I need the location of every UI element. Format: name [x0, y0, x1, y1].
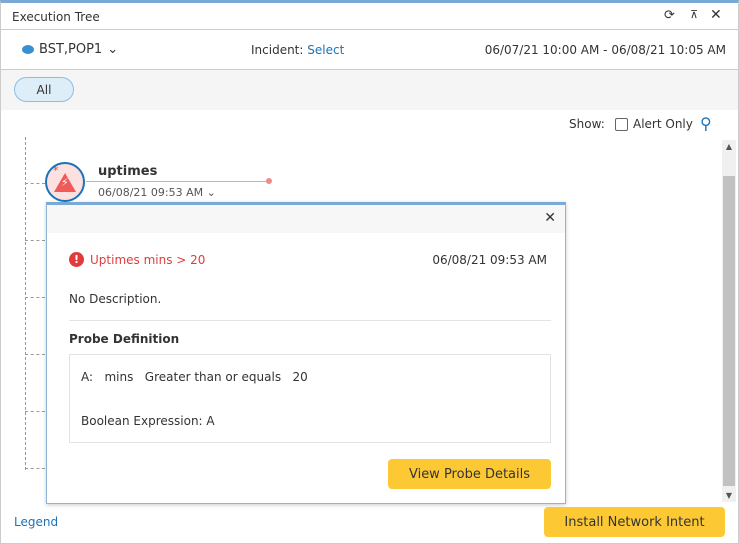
alert-time: 06/08/21 09:53 AM — [432, 253, 547, 267]
incident-label: Incident: — [251, 43, 304, 57]
divider — [1, 29, 738, 30]
alert-popup: ✕ ! Uptimes mins > 20 06/08/21 09:53 AM … — [46, 202, 566, 504]
alert-only-label: Alert Only — [633, 117, 693, 131]
node-connector — [86, 181, 268, 182]
install-network-intent-button[interactable]: Install Network Intent — [544, 507, 725, 537]
tree-branch — [25, 297, 45, 298]
scrollbar-thumb[interactable] — [723, 176, 735, 486]
filter-all-button[interactable]: All — [14, 77, 74, 102]
refresh-icon[interactable]: ⟳ — [664, 8, 675, 23]
device-icon — [22, 45, 34, 54]
scrollbar[interactable]: ▲ ▼ — [722, 140, 736, 502]
alert-text: Uptimes mins > 20 — [90, 252, 206, 267]
tree-branch — [25, 468, 45, 469]
view-probe-details-button[interactable]: View Probe Details — [388, 459, 551, 489]
tree-branch — [25, 183, 45, 184]
alert-node-icon[interactable]: ⚡ — [45, 162, 85, 202]
boolean-expression: Boolean Expression: A — [81, 414, 215, 428]
time-range: 06/07/21 10:00 AM - 06/08/21 10:05 AM — [484, 43, 726, 57]
asterisk-icon: * — [53, 164, 59, 177]
popup-close-icon[interactable]: ✕ — [544, 210, 556, 226]
filter-bar — [1, 69, 738, 110]
popup-header — [47, 205, 565, 233]
device-selector[interactable]: BST,POP1 ⌄ — [22, 42, 118, 57]
pin-icon[interactable]: ⊼ — [690, 8, 698, 21]
scroll-down-icon[interactable]: ▼ — [722, 491, 736, 500]
tree-branch — [25, 354, 45, 355]
legend-link[interactable]: Legend — [14, 515, 58, 529]
show-label: Show: — [569, 117, 605, 131]
tree-branch — [25, 240, 45, 241]
scroll-up-icon[interactable]: ▲ — [722, 142, 736, 151]
tree-branch — [25, 411, 45, 412]
node-time-dropdown[interactable]: 06/08/21 09:53 AM ⌄ — [98, 186, 216, 199]
probe-definition-box: A: mins Greater than or equals 20 Boolea… — [69, 354, 551, 443]
description: No Description. — [69, 292, 162, 306]
probe-line: A: mins Greater than or equals 20 — [81, 370, 308, 384]
alert-icon: ! — [69, 252, 84, 267]
node-endpoint — [266, 178, 272, 184]
window-title: Execution Tree — [12, 10, 100, 24]
divider — [69, 320, 551, 321]
node-name: uptimes — [98, 164, 158, 179]
probe-definition-title: Probe Definition — [69, 332, 180, 346]
chevron-down-icon: ⌄ — [107, 42, 119, 57]
device-name: BST,POP1 — [39, 42, 103, 57]
search-icon[interactable]: ⚲ — [700, 114, 712, 133]
close-icon[interactable]: ✕ — [710, 7, 722, 23]
tree-line — [25, 137, 26, 470]
incident-select-link[interactable]: Select — [307, 43, 344, 57]
alert-only-checkbox[interactable] — [615, 118, 628, 131]
